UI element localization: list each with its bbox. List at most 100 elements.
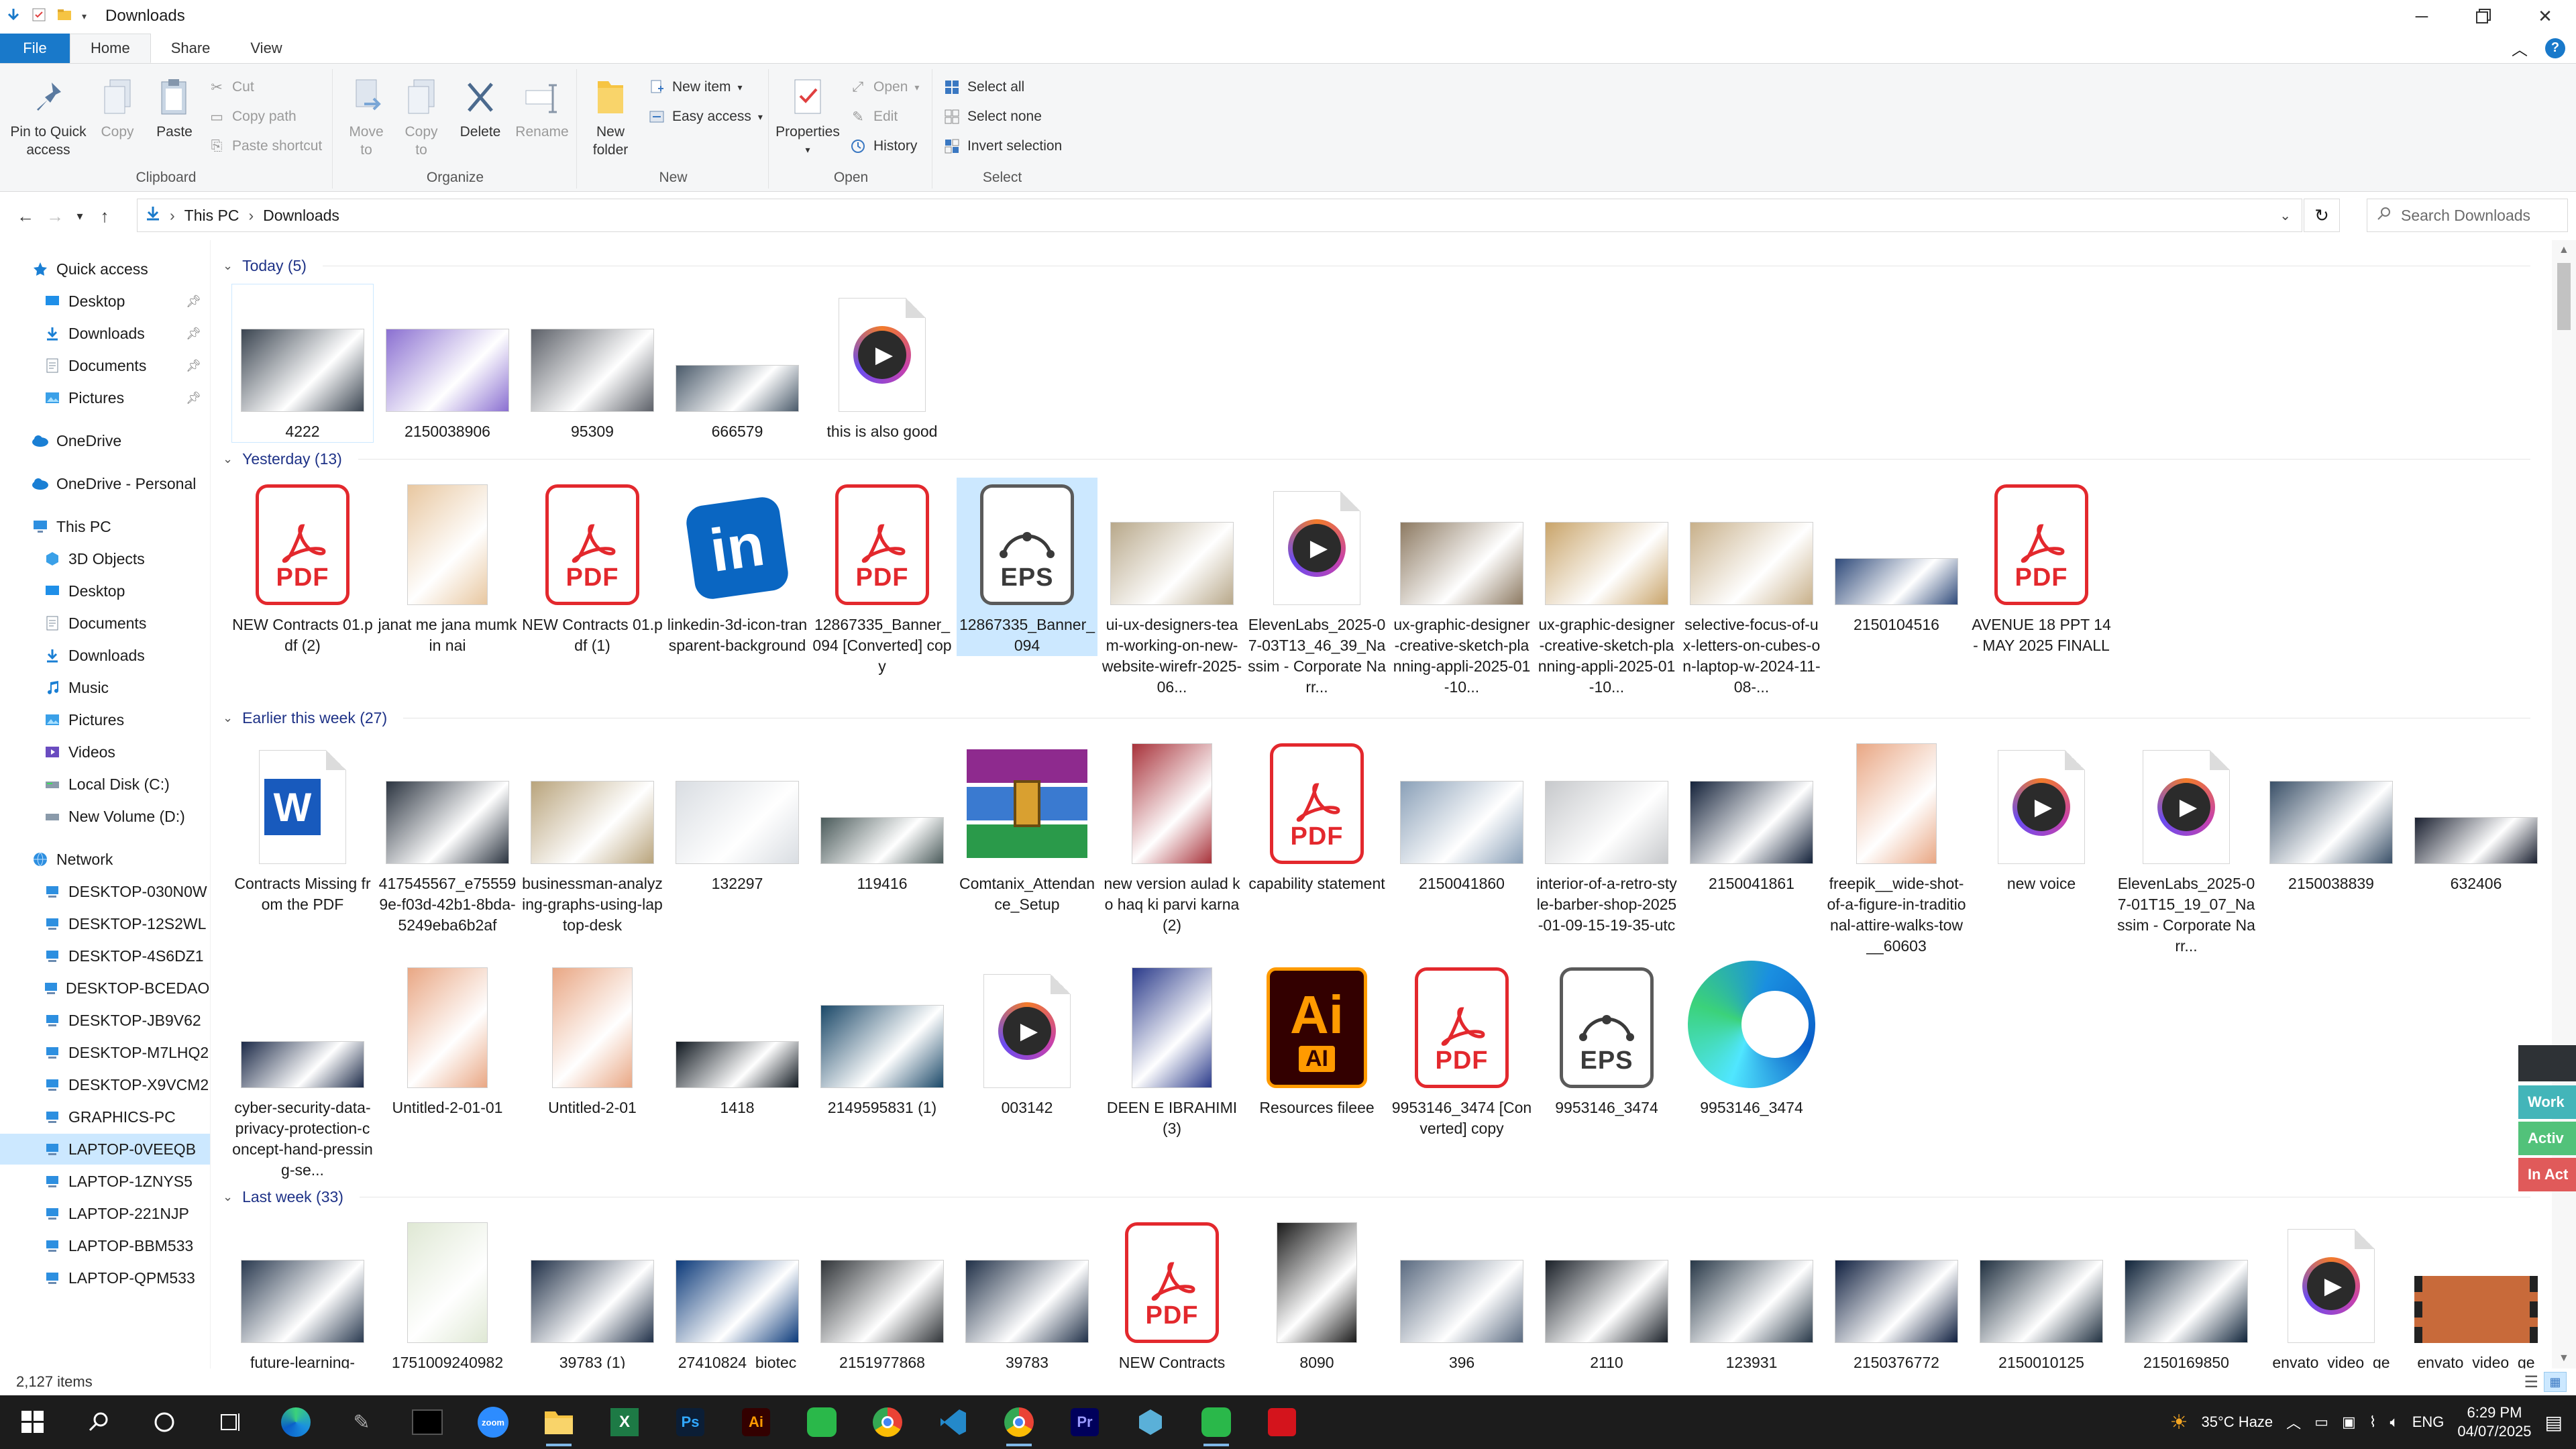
network-drive-icon[interactable]: ▭ (2314, 1413, 2328, 1431)
excel-taskbar-icon[interactable]: X (592, 1395, 657, 1449)
file-item[interactable]: 396 (1391, 1216, 1532, 1368)
side-widget-work[interactable]: Work (2518, 1085, 2576, 1119)
file-item[interactable]: 8090 (1246, 1216, 1387, 1368)
file-item[interactable]: cyber-security-data-privacy-protection-c… (232, 961, 373, 1181)
file-item[interactable]: PDF 9953146_3474 [Converted] copy (1391, 961, 1532, 1139)
file-item[interactable]: 2150041860 (1391, 737, 1532, 894)
file-item[interactable]: 2150038839 (2261, 737, 2402, 894)
nav-quick-desktop[interactable]: Desktop 📌︎ (0, 286, 210, 317)
file-item[interactable]: new version aulad ko haq ki parvi karna … (1102, 737, 1242, 936)
file-item[interactable]: EPS 9953146_3474 (1536, 961, 1677, 1118)
file-explorer-taskbar-icon[interactable] (526, 1395, 592, 1449)
open-button[interactable]: ⤢ Open ▾ (849, 78, 920, 96)
file-item[interactable]: W Contracts Missing from the PDF (232, 737, 373, 915)
copy-button[interactable]: Copy (94, 76, 141, 141)
scrollbar-thumb[interactable] (2557, 263, 2571, 330)
group-header[interactable]: ⌄ Last week (33) (223, 1185, 2530, 1209)
nav-pc-desktop[interactable]: Desktop (0, 576, 210, 606)
file-item[interactable]: in linkedin-3d-icon-transparent-backgroun… (667, 478, 808, 656)
phone-app-taskbar-icon[interactable] (789, 1395, 855, 1449)
file-item[interactable]: 2150104516 (1826, 478, 1967, 635)
copy-path-button[interactable]: ▭ Copy path (208, 108, 297, 125)
file-item[interactable]: PDF 12867335_Banner_094 [Converted] copy (812, 478, 953, 677)
nav-quick-access[interactable]: Quick access (0, 254, 210, 284)
file-item[interactable]: ▶ ElevenLabs_2025-07-03T13_46_39_Nassim -… (1246, 478, 1387, 698)
breadcrumb-downloads[interactable]: Downloads (263, 207, 339, 225)
file-item[interactable]: 4222 (231, 284, 374, 443)
rename-button[interactable]: Rename (514, 76, 570, 141)
nav-onedrive-personal[interactable]: OneDrive - Personal (0, 468, 210, 499)
file-item[interactable]: 632406 (2406, 737, 2542, 894)
collapse-ribbon-icon[interactable]: ︿ (2512, 36, 2528, 60)
nav-network-laptop-1znys5[interactable]: LAPTOP-1ZNYS5 (0, 1166, 210, 1197)
tray-overflow-icon[interactable]: ︿ (2286, 1411, 2301, 1433)
select-none-button[interactable]: Select none (943, 108, 1042, 125)
file-item[interactable]: 2151977868 (812, 1216, 953, 1368)
nav-pc-3d-objects[interactable]: 3D Objects (0, 543, 210, 574)
tab-view[interactable]: View (230, 34, 302, 63)
minimize-button[interactable]: ─ (2391, 0, 2453, 32)
new-folder-button[interactable]: New folder (585, 76, 636, 159)
file-item[interactable]: PDF NEW Contracts 01.pdf (1) (522, 478, 663, 656)
file-item[interactable]: ▶ 003142 (957, 961, 1097, 1118)
edge-taskbar-icon[interactable] (263, 1395, 329, 1449)
details-view-icon[interactable]: ☰ (2524, 1373, 2538, 1392)
cortana-icon[interactable] (131, 1395, 197, 1449)
file-item[interactable]: 2150169850 (2116, 1216, 2257, 1368)
breadcrumb-this-pc[interactable]: This PC (184, 207, 239, 225)
nav-pc-documents[interactable]: Documents (0, 608, 210, 639)
delete-button[interactable]: Delete (453, 76, 507, 141)
history-button[interactable]: History (849, 138, 917, 155)
collapse-chevron-icon[interactable]: ⌄ (223, 711, 233, 725)
app-hex-taskbar-icon[interactable] (1118, 1395, 1183, 1449)
scroll-up-arrow[interactable]: ▲ (2559, 244, 2569, 256)
volume-icon[interactable]: 🔈︎ (2390, 1413, 2399, 1431)
file-item[interactable]: ux-graphic-designer-creative-sketch-plan… (1391, 478, 1532, 698)
file-item[interactable]: 2150041861 (1681, 737, 1822, 894)
nav-quick-documents[interactable]: Documents 📌︎ (0, 350, 210, 381)
properties-button[interactable]: Properties ▾ (775, 76, 840, 159)
recent-locations-button[interactable]: ▾ (70, 201, 90, 231)
paste-shortcut-button[interactable]: ⎘ Paste shortcut (208, 138, 323, 155)
nav-network-graphics-pc[interactable]: GRAPHICS-PC (0, 1102, 210, 1132)
group-header[interactable]: ⌄ Yesterday (13) (223, 447, 2530, 471)
pen-app-taskbar-icon[interactable]: ✎ (329, 1395, 394, 1449)
invert-selection-button[interactable]: Invert selection (943, 138, 1062, 155)
up-button[interactable]: ↑ (90, 201, 119, 231)
side-widget-active[interactable]: Activ (2518, 1122, 2576, 1155)
language-indicator[interactable]: ENG (2412, 1413, 2445, 1431)
file-item[interactable]: 132297 (667, 737, 808, 894)
nav-network-desktop-x9vcm2[interactable]: DESKTOP-X9VCM2 (0, 1069, 210, 1100)
chrome-profile-taskbar-icon[interactable] (986, 1395, 1052, 1449)
nav-quick-downloads[interactable]: Downloads 📌︎ (0, 318, 210, 349)
nav-network-laptop-0veeqb[interactable]: LAPTOP-0VEEQB (0, 1134, 210, 1165)
side-widget-inactive[interactable]: In Act (2518, 1158, 2576, 1191)
move-to-button[interactable]: Move to (341, 76, 392, 159)
file-item[interactable]: 1751009240982 (377, 1216, 518, 1368)
nav-pc-new-volume-d-[interactable]: New Volume (D:) (0, 801, 210, 832)
group-header[interactable]: ⌄ Today (5) (223, 254, 2530, 278)
file-item[interactable]: PDF AVENUE 18 PPT 14 - MAY 2025 FINALL (1971, 478, 2112, 656)
nav-pc-local-disk-c-[interactable]: Local Disk (C:) (0, 769, 210, 800)
file-item[interactable]: Untitled-2-01-01 (377, 961, 518, 1118)
nav-network-laptop-221njp[interactable]: LAPTOP-221NJP (0, 1198, 210, 1229)
chrome-taskbar-icon[interactable] (855, 1395, 920, 1449)
file-item[interactable]: Untitled-2-01 (522, 961, 663, 1118)
task-view-icon[interactable] (197, 1395, 263, 1449)
tab-file[interactable]: File (0, 34, 70, 63)
vscode-taskbar-icon[interactable] (920, 1395, 986, 1449)
nav-network-desktop-12s2wl[interactable]: DESKTOP-12S2WL (0, 908, 210, 939)
forward-button[interactable]: → (40, 201, 70, 231)
file-item[interactable]: janat me jana mumkin nai (377, 478, 518, 656)
clock[interactable]: 6:29 PM 04/07/2025 (2457, 1403, 2531, 1441)
group-header[interactable]: ⌄ Earlier this week (27) (223, 706, 2530, 730)
collapse-chevron-icon[interactable]: ⌄ (223, 259, 233, 273)
illustrator-taskbar-icon[interactable]: Ai (723, 1395, 789, 1449)
photoshop-taskbar-icon[interactable]: Ps (657, 1395, 723, 1449)
file-item[interactable]: 417545567_e755599e-f03d-42b1-8bda-5249eb… (377, 737, 518, 936)
help-icon[interactable]: ? (2545, 38, 2565, 58)
nav-quick-pictures[interactable]: Pictures 📌︎ (0, 382, 210, 413)
nav-pc-downloads[interactable]: Downloads (0, 640, 210, 671)
cut-button[interactable]: ✂ Cut (208, 78, 254, 96)
nav-network-desktop-030n0w[interactable]: DESKTOP-030N0W (0, 876, 210, 907)
